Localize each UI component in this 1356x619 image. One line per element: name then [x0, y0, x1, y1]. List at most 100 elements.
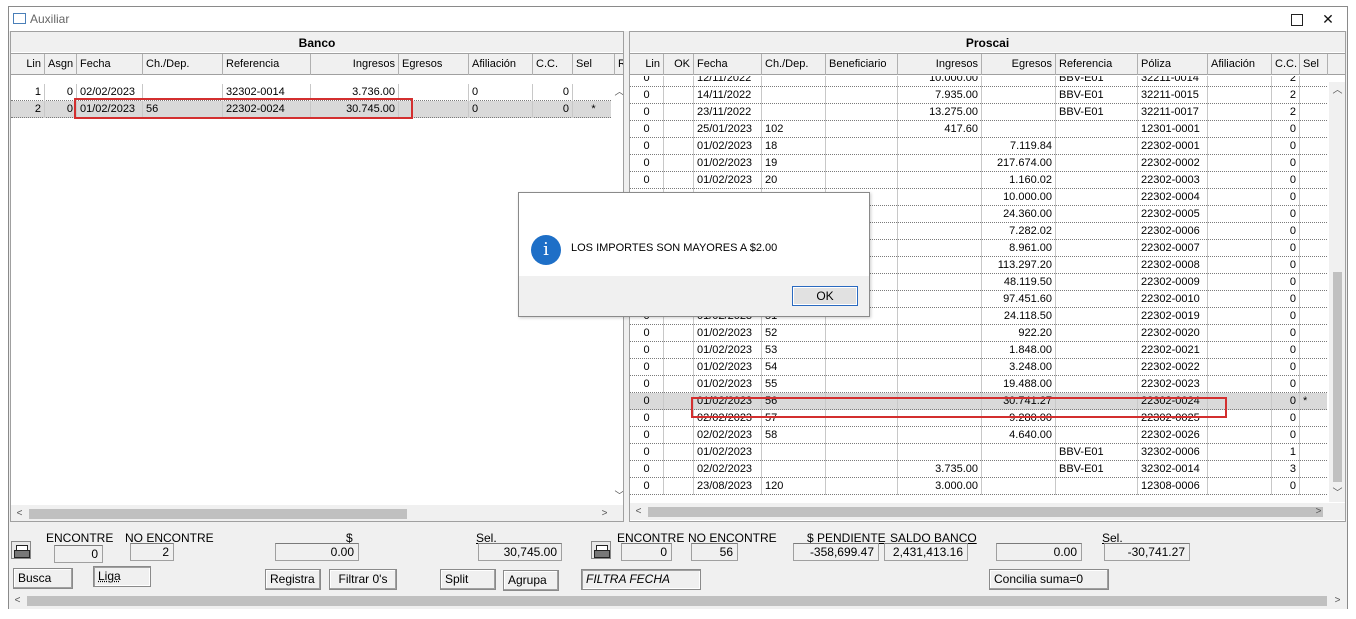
table-cell: 0	[1272, 189, 1300, 206]
scroll-thumb[interactable]	[648, 507, 1323, 517]
minimize-icon[interactable]	[1281, 9, 1311, 29]
banco-col-header[interactable]: Egresos	[399, 54, 469, 75]
table-cell	[826, 461, 898, 478]
table-cell	[898, 240, 982, 257]
table-cell	[1208, 223, 1272, 240]
table-cell	[1056, 172, 1138, 189]
proscai-col-header[interactable]: Ingresos	[898, 54, 982, 75]
table-row[interactable]: 0 01/02/2023 54 3.248.00 22302-0022 0	[630, 359, 1327, 376]
table-cell: 2	[11, 101, 45, 118]
banco-col-header[interactable]: Referencia	[223, 54, 311, 75]
proscai-col-header[interactable]: C.C.	[1272, 54, 1300, 75]
table-cell: 0	[1272, 257, 1300, 274]
scroll-up-icon[interactable]: ︿	[1329, 82, 1345, 99]
proscai-col-header[interactable]: OK	[664, 54, 694, 75]
banco-col-header[interactable]: C.C.	[533, 54, 573, 75]
table-row[interactable]: 0 12/11/2022 10.000.00 BBV-E01 32211-0014 2	[630, 76, 1327, 87]
table-row[interactable]: 0 01/02/2023 53 1.848.00 22302-0021 0	[630, 342, 1327, 359]
scroll-right-icon[interactable]: >	[1310, 503, 1327, 520]
table-row[interactable]: 0 02/02/2023 3.735.00 BBV-E01 32302-0014 3	[630, 461, 1327, 478]
scroll-left-icon[interactable]: <	[11, 505, 28, 521]
table-row[interactable]: 0 01/02/2023 18 7.119.84 22302-0001 0	[630, 138, 1327, 155]
table-row[interactable]: 0 01/02/2023 52 922.20 22302-0020 0	[630, 325, 1327, 342]
banco-col-header[interactable]: Ingresos	[311, 54, 399, 75]
proscai-col-header[interactable]: Afiliación	[1208, 54, 1272, 75]
table-row[interactable]: 0 01/02/2023 55 19.488.00 22302-0023 0	[630, 376, 1327, 393]
table-cell	[1056, 478, 1138, 495]
proscai-col-header[interactable]: Referencia	[1056, 54, 1138, 75]
proscai-col-header[interactable]: Egresos	[982, 54, 1056, 75]
table-cell	[1056, 121, 1138, 138]
proscai-col-header[interactable]: Ch./Dep.	[762, 54, 826, 75]
table-row[interactable]: 0 23/08/2023 120 3.000.00 12308-0006 0	[630, 478, 1327, 495]
proscai-horizontal-scrollbar[interactable]: < >	[630, 503, 1345, 520]
table-cell	[1300, 427, 1327, 444]
table-cell	[1208, 325, 1272, 342]
scroll-right-icon[interactable]: >	[1329, 592, 1346, 609]
table-row[interactable]: 0 02/02/2023 58 4.640.00 22302-0026 0	[630, 427, 1327, 444]
scroll-right-icon[interactable]: >	[596, 505, 613, 521]
scroll-down-icon[interactable]: ﹀	[1329, 485, 1345, 502]
proscai-col-header[interactable]: Fecha	[694, 54, 762, 75]
table-cell	[1056, 223, 1138, 240]
scroll-left-icon[interactable]: <	[630, 503, 647, 520]
banco-col-header[interactable]: Re	[615, 54, 623, 75]
banco-col-header[interactable]: Asgn	[45, 54, 77, 75]
banco-col-header[interactable]: Fecha	[77, 54, 143, 75]
table-cell	[762, 444, 826, 461]
filtrar-ceros-button[interactable]: Filtrar 0's	[329, 569, 397, 590]
title-bar: Auxiliar ✕	[9, 7, 1347, 31]
proscai-col-header[interactable]: Beneficiario	[826, 54, 898, 75]
scroll-thumb[interactable]	[27, 596, 1327, 606]
table-cell: 01/02/2023	[694, 342, 762, 359]
registra-button[interactable]: Registra	[265, 569, 321, 590]
liga-button[interactable]: Liga	[93, 566, 151, 587]
table-cell: BBV-E01	[1056, 444, 1138, 461]
dialog-message: LOS IMPORTES SON MAYORES A $2.00	[571, 242, 778, 254]
table-cell	[1208, 308, 1272, 325]
table-cell: 0	[1272, 223, 1300, 240]
ok-button[interactable]: OK	[792, 286, 858, 306]
table-cell: 0	[1272, 121, 1300, 138]
table-cell: 0	[1272, 325, 1300, 342]
scroll-left-icon[interactable]: <	[9, 592, 26, 609]
banco-horizontal-scrollbar[interactable]: < >	[11, 505, 623, 521]
proscai-col-header[interactable]: Lin	[630, 54, 664, 75]
banco-col-header[interactable]: Lin	[11, 54, 45, 75]
print-left-icon[interactable]	[11, 541, 31, 559]
busca-button[interactable]: Busca	[13, 568, 73, 589]
table-row[interactable]: 0 14/11/2022 7.935.00 BBV-E01 32211-0015 2	[630, 87, 1327, 104]
split-button[interactable]: Split	[440, 569, 496, 590]
table-cell: 8.961.00	[982, 240, 1056, 257]
table-cell	[664, 172, 694, 189]
table-cell: 02/02/2023	[694, 427, 762, 444]
table-cell	[826, 359, 898, 376]
table-row[interactable]: 0 01/02/2023 19 217.674.00 22302-0002 0	[630, 155, 1327, 172]
table-row[interactable]: 0 01/02/2023 20 1.160.02 22302-0003 0	[630, 172, 1327, 189]
banco-col-header[interactable]: Sel	[573, 54, 615, 75]
close-icon[interactable]: ✕	[1313, 9, 1343, 29]
table-row[interactable]: 0 23/11/2022 13.275.00 BBV-E01 32211-0017 2	[630, 104, 1327, 121]
table-cell: 0	[1272, 240, 1300, 257]
print-right-icon[interactable]	[591, 541, 611, 559]
window-horizontal-scrollbar[interactable]: < >	[9, 592, 1347, 609]
scroll-down-icon[interactable]: ﹀	[611, 488, 624, 505]
banco-col-header[interactable]: Afiliación	[469, 54, 533, 75]
table-cell	[1208, 189, 1272, 206]
table-cell: 22302-0004	[1138, 189, 1208, 206]
table-row[interactable]: 0 01/02/2023 BBV-E01 32302-0006 1	[630, 444, 1327, 461]
proscai-col-header[interactable]: Póliza	[1138, 54, 1208, 75]
banco-col-header[interactable]: Ch./Dep.	[143, 54, 223, 75]
table-row[interactable]: 0 25/01/2023 102 417.60 12301-0001 0	[630, 121, 1327, 138]
concilia-suma-button[interactable]: Concilia suma=0	[989, 569, 1109, 590]
table-cell	[898, 155, 982, 172]
table-cell	[664, 410, 694, 427]
proscai-col-header[interactable]: Sel	[1300, 54, 1328, 75]
scroll-up-icon[interactable]: ︿	[611, 84, 624, 101]
table-cell: 0	[630, 172, 664, 189]
proscai-vertical-scrollbar[interactable]: ︿ ﹀	[1329, 82, 1345, 502]
agrupa-button[interactable]: Agrupa	[503, 570, 559, 591]
scroll-thumb[interactable]	[1333, 272, 1342, 482]
filtra-fecha-button[interactable]: FILTRA FECHA	[581, 569, 701, 590]
scroll-thumb[interactable]	[29, 509, 407, 519]
